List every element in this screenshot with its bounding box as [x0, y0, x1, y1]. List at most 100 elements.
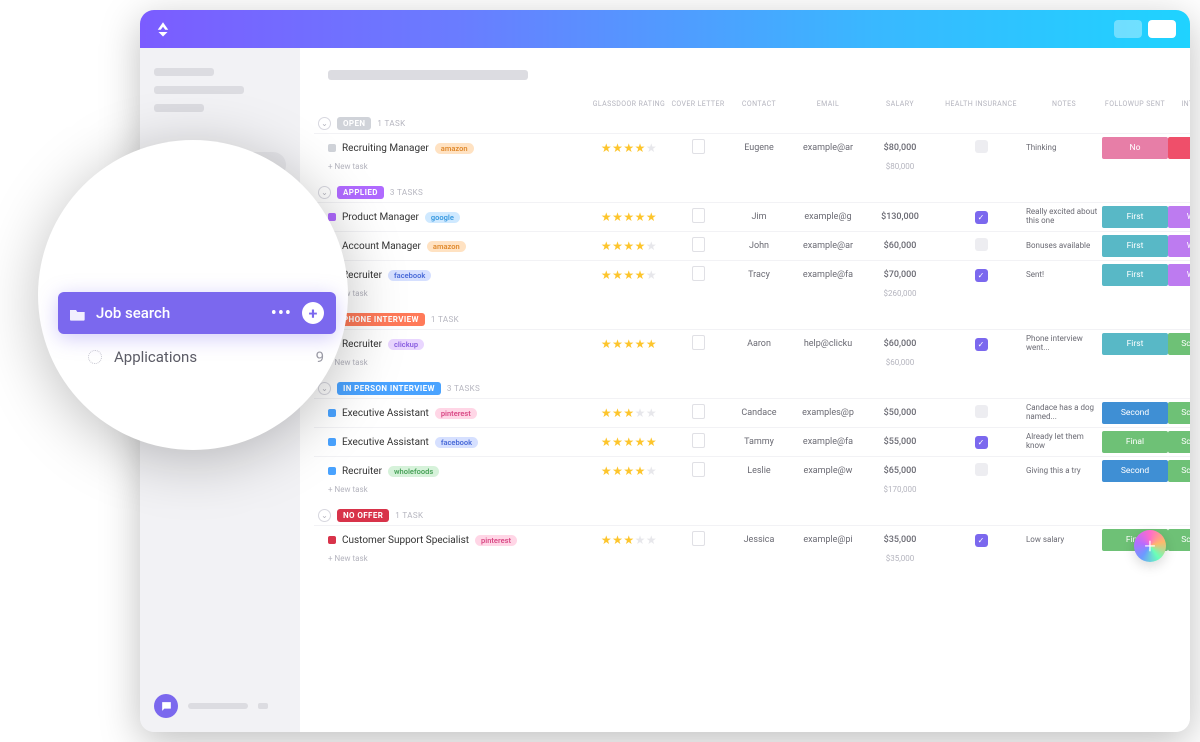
col-notes[interactable]: NOTES [1026, 100, 1102, 108]
task-title[interactable]: Account Manager [342, 241, 421, 252]
chat-icon[interactable] [154, 694, 178, 718]
checkbox-icon[interactable] [975, 405, 988, 418]
new-task-button[interactable]: + New task [328, 162, 588, 171]
email-cell[interactable]: example@fa [792, 437, 864, 447]
new-task-button[interactable]: + New task [328, 358, 588, 367]
email-cell[interactable]: example@g [792, 212, 864, 222]
health-insurance-cell[interactable]: ✓ [936, 338, 1026, 351]
health-insurance-cell[interactable] [936, 463, 1026, 479]
task-row[interactable]: Recruiting Manageramazon★★★★★Eugeneexamp… [314, 133, 1190, 162]
task-row[interactable]: Customer Support Specialist pinterest ★★★★… [314, 525, 1190, 554]
interview-cell[interactable]: Scheduled [1168, 529, 1190, 551]
col-glassdoor[interactable]: GLASSDOOR RATING [588, 100, 670, 108]
contact-cell[interactable]: Jessica [726, 535, 792, 545]
col-cover-letter[interactable]: COVER LETTER [670, 100, 726, 108]
collapse-icon[interactable]: ⌄ [318, 186, 331, 199]
glassdoor-rating[interactable]: ★★★★★ [588, 141, 670, 155]
salary-cell[interactable]: $55,000 [864, 437, 936, 447]
task-title[interactable]: Product Manager [342, 212, 419, 223]
health-insurance-cell[interactable]: ✓ [936, 211, 1026, 224]
interview-cell[interactable]: Waiting [1168, 235, 1190, 257]
glassdoor-rating[interactable]: ★★★★★ [588, 239, 670, 253]
notes-cell[interactable]: Candace has a dog named... [1026, 404, 1102, 422]
salary-cell[interactable]: $50,000 [864, 408, 936, 418]
task-title[interactable]: Customer Support Specialist [342, 535, 469, 546]
glassdoor-rating[interactable]: ★★★★★ [588, 337, 670, 351]
status-dot-icon[interactable] [328, 438, 336, 446]
company-tag[interactable]: wholefoods [388, 466, 439, 477]
followup-cell[interactable]: No [1102, 137, 1168, 159]
checkbox-icon[interactable]: ✓ [975, 211, 988, 224]
cover-letter-cell[interactable] [670, 237, 726, 255]
glassdoor-rating[interactable]: ★★★★★ [588, 268, 670, 282]
sidebar-list-row[interactable]: Applications 9 [58, 334, 336, 366]
task-title[interactable]: Recruiter [342, 339, 382, 350]
checkbox-icon[interactable]: ✓ [975, 436, 988, 449]
add-list-button[interactable]: + [302, 302, 324, 324]
col-interview[interactable]: INTERVIEW [1168, 100, 1190, 108]
company-tag[interactable]: facebook [435, 437, 478, 448]
quick-create-fab[interactable]: + [1134, 530, 1166, 562]
col-followup[interactable]: FOLLOWUP SENT [1102, 100, 1168, 108]
new-task-button[interactable]: + New task [328, 554, 588, 563]
contact-cell[interactable]: Tracy [726, 270, 792, 280]
interview-cell[interactable]: No [1168, 137, 1190, 159]
salary-cell[interactable]: $35,000 [864, 535, 936, 545]
task-title[interactable]: Recruiter [342, 466, 382, 477]
notes-cell[interactable]: Really excited about this one [1026, 208, 1102, 226]
company-tag[interactable]: google [425, 212, 460, 223]
new-task-button[interactable]: + New task [328, 485, 588, 494]
interview-cell[interactable]: Scheduled [1168, 333, 1190, 355]
checkbox-icon[interactable] [975, 238, 988, 251]
task-row[interactable]: Product Managergoogle★★★★★Jimexample@g$1… [314, 202, 1190, 231]
checkbox-icon[interactable]: ✓ [975, 338, 988, 351]
task-row[interactable]: Recruiterfacebook★★★★★Tracyexample@fa$70… [314, 260, 1190, 289]
task-row[interactable]: Executive Assistantfacebook★★★★★Tammyexa… [314, 427, 1190, 456]
task-row[interactable]: Executive Assistantpinterest★★★★★Candace… [314, 398, 1190, 427]
company-tag[interactable]: amazon [435, 143, 474, 154]
col-contact[interactable]: CONTACT [726, 100, 792, 108]
contact-cell[interactable]: Eugene [726, 143, 792, 153]
notes-cell[interactable]: Already let them know [1026, 433, 1102, 451]
more-dots-icon[interactable]: ••• [271, 303, 292, 324]
contact-cell[interactable]: Jim [726, 212, 792, 222]
email-cell[interactable]: example@fa [792, 270, 864, 280]
health-insurance-cell[interactable] [936, 140, 1026, 156]
email-cell[interactable]: examples@p [792, 408, 864, 418]
checkbox-icon[interactable]: ✓ [975, 534, 988, 547]
glassdoor-rating[interactable]: ★★★★★ [588, 533, 670, 547]
salary-cell[interactable]: $65,000 [864, 466, 936, 476]
salary-cell[interactable]: $60,000 [864, 339, 936, 349]
contact-cell[interactable]: John [726, 241, 792, 251]
notes-cell[interactable]: Giving this a try [1026, 467, 1102, 476]
email-cell[interactable]: help@clicku [792, 339, 864, 349]
group-header[interactable]: ⌄IN PERSON INTERVIEW3 TASKS [314, 379, 1190, 398]
task-title[interactable]: Executive Assistant [342, 408, 429, 419]
status-tag[interactable]: OPEN [337, 117, 371, 130]
contact-cell[interactable]: Leslie [726, 466, 792, 476]
email-cell[interactable]: example@ar [792, 143, 864, 153]
col-email[interactable]: EMAIL [792, 100, 864, 108]
status-dot-icon[interactable] [328, 409, 336, 417]
salary-cell[interactable]: $130,000 [864, 212, 936, 222]
company-tag[interactable]: pinterest [475, 535, 517, 546]
followup-cell[interactable]: First [1102, 206, 1168, 228]
interview-cell[interactable]: Waiting [1168, 206, 1190, 228]
task-row[interactable]: Account Manageramazon★★★★★Johnexample@ar… [314, 231, 1190, 260]
interview-cell[interactable]: Scheduled [1168, 431, 1190, 453]
notes-cell[interactable]: Sent! [1026, 271, 1102, 280]
glassdoor-rating[interactable]: ★★★★★ [588, 435, 670, 449]
window-control[interactable] [1114, 20, 1142, 38]
collapse-icon[interactable]: ⌄ [318, 117, 331, 130]
email-cell[interactable]: example@w [792, 466, 864, 476]
salary-cell[interactable]: $80,000 [864, 143, 936, 153]
cover-letter-cell[interactable] [670, 266, 726, 284]
followup-cell[interactable]: Second [1102, 402, 1168, 424]
company-tag[interactable]: pinterest [435, 408, 477, 419]
status-tag[interactable]: APPLIED [337, 186, 384, 199]
cover-letter-cell[interactable] [670, 139, 726, 157]
status-tag[interactable]: IN PERSON INTERVIEW [337, 382, 441, 395]
checkbox-icon[interactable]: ✓ [975, 269, 988, 282]
notes-cell[interactable]: Thinking [1026, 144, 1102, 153]
new-task-button[interactable]: + New task [328, 289, 588, 298]
